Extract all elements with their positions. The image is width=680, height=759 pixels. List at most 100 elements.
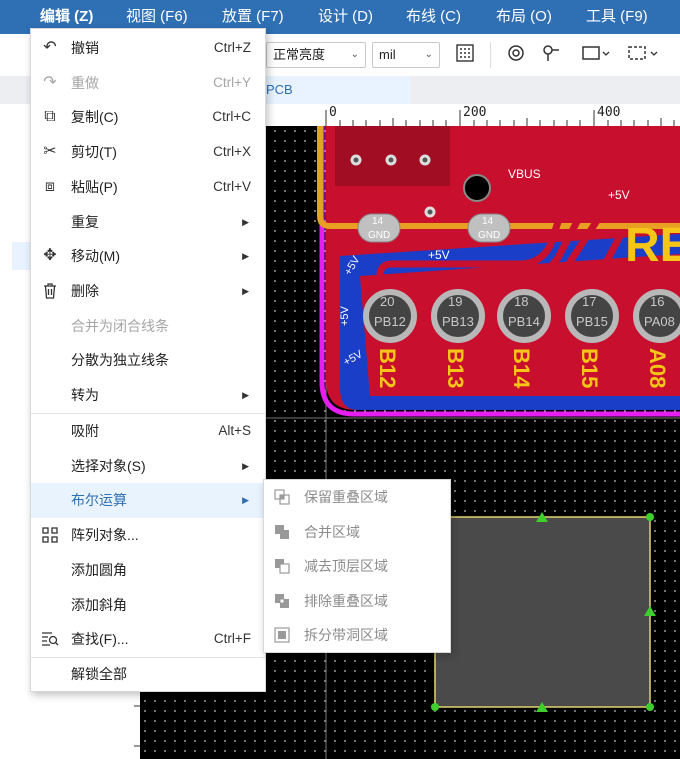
split-hole-icon	[274, 627, 290, 643]
toolbar-divider	[490, 42, 491, 68]
silk-b15: B15	[577, 348, 602, 388]
select-area-icon[interactable]	[626, 44, 666, 66]
menu-item-shortcut: Ctrl+C	[212, 109, 251, 125]
menu-item-delete[interactable]: 删除 ▶	[31, 274, 265, 309]
chevron-down-icon: ⌄	[350, 49, 359, 60]
pad-net-pb13: PB13	[442, 314, 474, 329]
submenu-item-label: 保留重叠区域	[304, 489, 388, 505]
chevron-down-icon: ⌄	[424, 49, 433, 60]
submenu-item-merge[interactable]: 合并区域	[264, 515, 450, 550]
silk-label-re: RE	[625, 219, 680, 272]
select-box-icon[interactable]	[580, 44, 612, 66]
pad-net-pb15: PB15	[576, 314, 608, 329]
silk-b13: B13	[443, 348, 468, 388]
silk-gnd-left: GND	[368, 230, 390, 241]
menu-item-paste[interactable]: ⧈ 粘贴(P) Ctrl+V	[31, 170, 265, 205]
submenu-item-exclude-overlap[interactable]: 排除重叠区域	[264, 584, 450, 619]
menu-item-label: 查找(F)...	[71, 631, 129, 648]
brightness-value: 正常亮度	[273, 47, 326, 62]
submenu-arrow-icon: ▶	[242, 251, 249, 262]
menu-item-shortcut: Ctrl+Z	[213, 40, 251, 55]
edit-dropdown-menu: ↶ 撤销 Ctrl+Z ↷ 重做 Ctrl+Y ⧉ 复制(C) Ctrl+C ✂…	[30, 28, 266, 692]
menu-item-label: 重做	[71, 74, 99, 91]
menu-item-unlock-all[interactable]: 解锁全部	[31, 657, 265, 692]
menu-item-label: 解锁全部	[71, 666, 127, 682]
silk-a08: A08	[645, 348, 670, 388]
silk-pad-14-left: 14	[372, 216, 384, 227]
menu-tools[interactable]: 工具 (F9)	[586, 0, 648, 34]
menu-item-undo[interactable]: ↶ 撤销 Ctrl+Z	[31, 31, 265, 66]
menu-layout[interactable]: 布局 (O)	[496, 0, 552, 34]
menu-item-shortcut: Ctrl+Y	[213, 74, 251, 90]
brightness-select[interactable]: 正常亮度 ⌄	[266, 42, 366, 68]
silk-b14: B14	[509, 348, 534, 389]
menu-item-add-chamfer[interactable]: 添加斜角	[31, 588, 265, 623]
pad-net-pb12: PB12	[374, 314, 406, 329]
tab-pcb-label: PCB	[266, 82, 293, 97]
subtract-top-icon	[275, 559, 290, 574]
move-icon: ✥	[43, 247, 57, 265]
submenu-item-label: 合并区域	[304, 523, 360, 540]
menu-route[interactable]: 布线 (C)	[406, 0, 461, 34]
pad-num-20: 20	[380, 294, 394, 309]
menu-item-select-objects[interactable]: 选择对象(S) ▶	[31, 449, 265, 484]
menu-item-label: 添加圆角	[71, 561, 127, 578]
net-label-vbus: VBUS	[508, 167, 541, 181]
menu-item-convert[interactable]: 转为 ▶	[31, 378, 265, 413]
submenu-item-subtract-top[interactable]: 减去顶层区域	[264, 549, 450, 584]
menu-item-label: 分散为独立线条	[71, 352, 169, 369]
menu-item-boolean[interactable]: 布尔运算 ▶	[31, 483, 265, 519]
menu-item-label: 阵列对象...	[71, 527, 139, 544]
menu-item-shortcut: Alt+S	[218, 423, 251, 438]
menu-item-label: 删除	[71, 282, 99, 299]
menu-item-move[interactable]: ✥ 移动(M) ▶	[31, 239, 265, 274]
menu-item-label: 撤销	[71, 40, 99, 56]
menu-item-label: 添加斜角	[71, 596, 127, 613]
menu-design[interactable]: 设计 (D)	[318, 0, 373, 34]
array-icon	[37, 518, 63, 553]
unit-select[interactable]: mil ⌄	[372, 42, 440, 68]
pin-icon[interactable]	[540, 44, 562, 66]
submenu-item-keep-overlap[interactable]: 保留重叠区域	[264, 480, 450, 515]
ruler-label-0: 0	[329, 105, 337, 120]
submenu-item-label: 排除重叠区域	[304, 592, 388, 609]
tab-pcb[interactable]: PCB	[262, 76, 410, 104]
menu-item-shortcut: Ctrl+F	[213, 631, 251, 647]
menu-item-split-lines[interactable]: 分散为独立线条	[31, 343, 265, 378]
menu-item-cut[interactable]: ✂ 剪切(T) Ctrl+X	[31, 135, 265, 170]
submenu-arrow-icon: ▶	[242, 460, 249, 471]
net-label-5v-a: +5V	[428, 248, 450, 262]
menu-item-merge-closed[interactable]: 合并为闭合线条	[31, 309, 265, 344]
menu-item-array[interactable]: 阵列对象...	[31, 518, 265, 553]
menu-item-redo[interactable]: ↷ 重做 Ctrl+Y	[31, 66, 265, 101]
menu-item-find[interactable]: 查找(F)... Ctrl+F	[31, 622, 265, 657]
net-label-5v-d: +5V	[339, 305, 351, 326]
submenu-item-label: 减去顶层区域	[304, 558, 388, 575]
grid-icon[interactable]	[454, 44, 476, 66]
menu-item-shortcut: Ctrl+V	[213, 178, 251, 194]
unit-value: mil	[379, 47, 396, 62]
menu-item-shortcut: Ctrl+X	[213, 144, 251, 160]
menu-item-label: 合并为闭合线条	[71, 317, 169, 334]
menu-item-snap[interactable]: 吸附 Alt+S	[31, 414, 265, 449]
menu-item-copy[interactable]: ⧉ 复制(C) Ctrl+C	[31, 100, 265, 135]
submenu-arrow-icon: ▶	[242, 285, 249, 296]
submenu-arrow-icon: ▶	[242, 390, 249, 400]
menu-item-repeat[interactable]: 重复 ▶	[31, 205, 265, 240]
menu-item-label: 重复	[71, 213, 99, 230]
merge-region-icon	[275, 524, 289, 539]
ruler-label-200: 200	[463, 105, 487, 120]
left-panel-selected-item[interactable]	[12, 242, 30, 270]
undo-icon: ↶	[43, 39, 57, 56]
via-icon[interactable]	[505, 44, 527, 66]
pad-num-16: 16	[650, 294, 664, 309]
submenu-item-split-holes[interactable]: 拆分带洞区域	[264, 618, 450, 653]
menu-item-label: 吸附	[71, 423, 99, 439]
trash-icon	[37, 274, 63, 309]
menu-item-add-fillet[interactable]: 添加圆角	[31, 553, 265, 588]
boolean-submenu: 保留重叠区域 合并区域 减去顶层区域 排除重叠区域 拆分带洞区域	[263, 479, 451, 653]
menu-item-label: 选择对象(S)	[71, 457, 146, 474]
ruler-label-400: 400	[597, 105, 621, 120]
find-icon	[37, 622, 63, 657]
pad-num-18: 18	[514, 294, 528, 309]
